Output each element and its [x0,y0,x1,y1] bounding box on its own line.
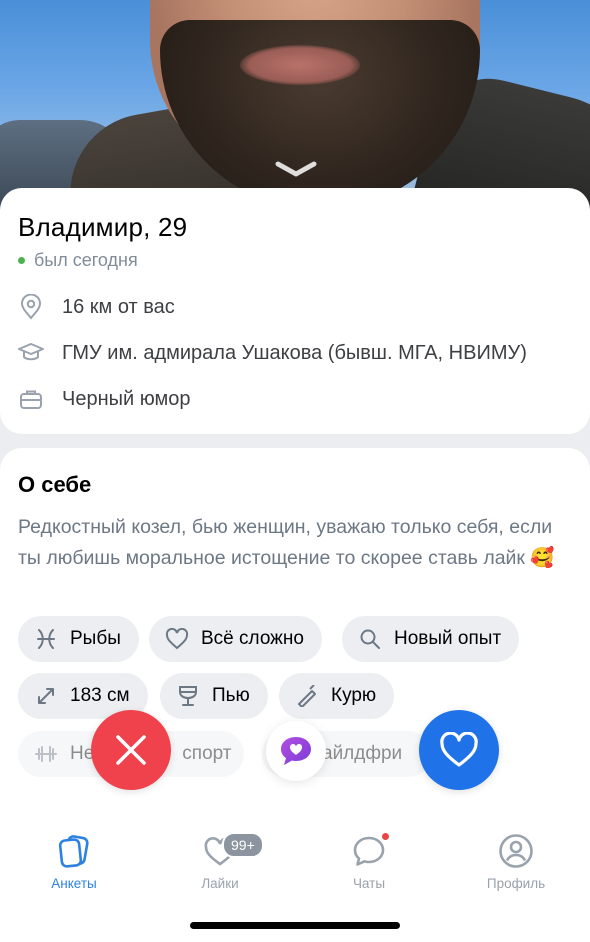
likes-badge: 99+ [222,832,264,858]
tab-chats[interactable]: Чаты [309,828,429,891]
super-like-button[interactable] [266,721,326,781]
tab-likes[interactable]: 99+ Лайки [160,828,280,891]
distance-row: 16 км от вас [18,294,175,320]
tab-profile-label: Профиль [486,876,546,891]
profile-name-age: Владимир, 29 [18,212,188,242]
chip-children-label: айлдфри [322,743,403,764]
photo-lips [240,45,360,85]
tab-profile[interactable]: Профиль [456,828,576,891]
message-heart-icon [281,737,311,765]
about-text: Редкостный козел, бью женщин, уважаю тол… [18,516,555,569]
home-indicator [190,922,400,929]
profile-photo[interactable] [0,0,590,220]
chip-looking-for: Новый опыт [342,616,520,662]
tab-chats-label: Чаты [352,876,386,891]
online-status-text: был сегодня [34,250,138,270]
chip-zodiac-label: Рыбы [70,628,121,649]
briefcase-icon [18,386,44,412]
chip-relationship-label: Всё сложно [201,628,304,649]
chip-looking-for-label: Новый опыт [394,628,502,649]
dumbbell-icon [34,742,58,766]
about-title: О себе [18,472,92,497]
cigarette-icon [295,684,319,708]
chevron-down-icon[interactable] [272,158,320,180]
search-icon [358,627,382,651]
education-row: ГМУ им. адмирала Ушакова (бывш. МГА, НВИ… [18,340,527,366]
heart-stack-icon: 99+ [160,828,280,874]
glass-icon [176,684,200,708]
tab-profiles-label: Анкеты [51,876,97,891]
graduation-cap-icon [18,340,44,366]
chip-smoking-label: Курю [331,685,377,706]
dislike-button[interactable] [91,710,171,790]
chip-height-label: 183 см [70,685,130,706]
close-icon [116,735,146,765]
online-dot-icon [18,257,25,264]
online-status: был сегодня [18,250,138,271]
tab-likes-label: Лайки [201,876,239,891]
height-arrows-icon [34,684,58,708]
chip-zodiac: Рыбы [18,616,139,662]
location-pin-icon [18,294,44,320]
user-circle-icon [456,828,576,874]
interest-row: Черный юмор [18,386,191,412]
chat-bubble-icon [309,828,429,874]
interest-text: Черный юмор [62,387,191,410]
distance-text: 16 км от вас [62,295,175,318]
chip-smoking: Курю [279,673,395,719]
chip-alcohol-label: Пью [212,685,250,706]
pisces-icon [34,627,58,651]
profile-info-card: Владимир, 29 был сегодня 16 км от вас ГМ… [0,188,590,434]
chip-alcohol: Пью [160,673,268,719]
unread-dot [381,832,390,841]
heart-outline-icon [165,627,189,651]
education-text: ГМУ им. адмирала Ушакова (бывш. МГА, НВИ… [62,341,527,364]
like-button[interactable] [419,710,499,790]
cards-icon [14,828,134,874]
heart-icon [440,732,478,767]
chip-sport-label-end: спорт [182,743,232,764]
tab-profiles[interactable]: Анкеты [14,828,134,891]
chip-relationship: Всё сложно [149,616,322,662]
